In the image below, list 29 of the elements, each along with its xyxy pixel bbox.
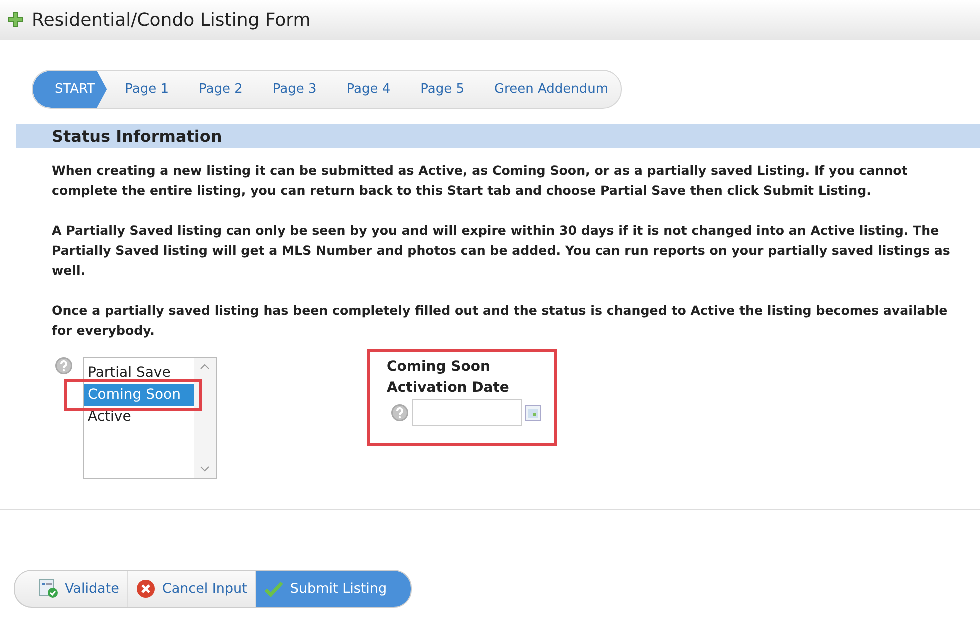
date-field[interactable]: [412, 399, 522, 426]
list-option[interactable]: Active: [84, 406, 194, 428]
list-option[interactable]: Coming Soon: [84, 384, 194, 406]
help-icon[interactable]: [391, 404, 409, 422]
instruction-text: When creating a new listing it can be submitted as Active, as Coming Soon, or as a partially saved Listing. If you cannot complete the entire listing, you can return back to this Start tab and choose Partial Save then click Submit Listing.: [52, 162, 909, 200]
help-icon[interactable]: [55, 357, 73, 375]
instruction-text: A Partially Saved listing can only be seen by you and will expire within 30 days if it is not changed into an Active listing. The Partially Saved listing will get a MLS Number and photos can be added. You can run reports on your partially saved listings as well.: [52, 222, 952, 280]
checklist-icon: [39, 579, 59, 599]
step-tab[interactable]: Page 3: [254, 71, 329, 108]
scroll-up-icon[interactable]: [200, 364, 210, 370]
close-icon: [136, 579, 156, 599]
step-tab[interactable]: Page 2: [180, 71, 255, 108]
section-header: Status Information: [16, 124, 980, 148]
field-label: Coming Soon Activation Date: [387, 358, 510, 398]
window-title: Residential/Condo Listing Form: [32, 10, 311, 30]
step-tab[interactable]: Page 4: [328, 71, 403, 108]
status-listbox[interactable]: Partial Save Coming Soon Active: [83, 357, 217, 479]
calendar-icon[interactable]: [525, 404, 541, 420]
list-option[interactable]: Partial Save: [84, 362, 194, 384]
checkmark-icon: [264, 580, 284, 598]
validate-button[interactable]: Validate: [15, 571, 128, 607]
step-tab[interactable]: Green Addendum: [476, 71, 621, 108]
plus-icon: [8, 12, 24, 28]
instruction-text: Once a partially saved listing has been completely filled out and the status is changed to Active the listing becomes available for everybody.: [52, 302, 949, 340]
step-tab[interactable]: Page 1: [107, 71, 181, 108]
step-tab[interactable]: START: [33, 71, 108, 108]
step-tab[interactable]: Page 5: [402, 71, 476, 108]
submit-button[interactable]: Submit Listing: [255, 571, 412, 607]
scroll-down-icon[interactable]: [200, 466, 210, 472]
